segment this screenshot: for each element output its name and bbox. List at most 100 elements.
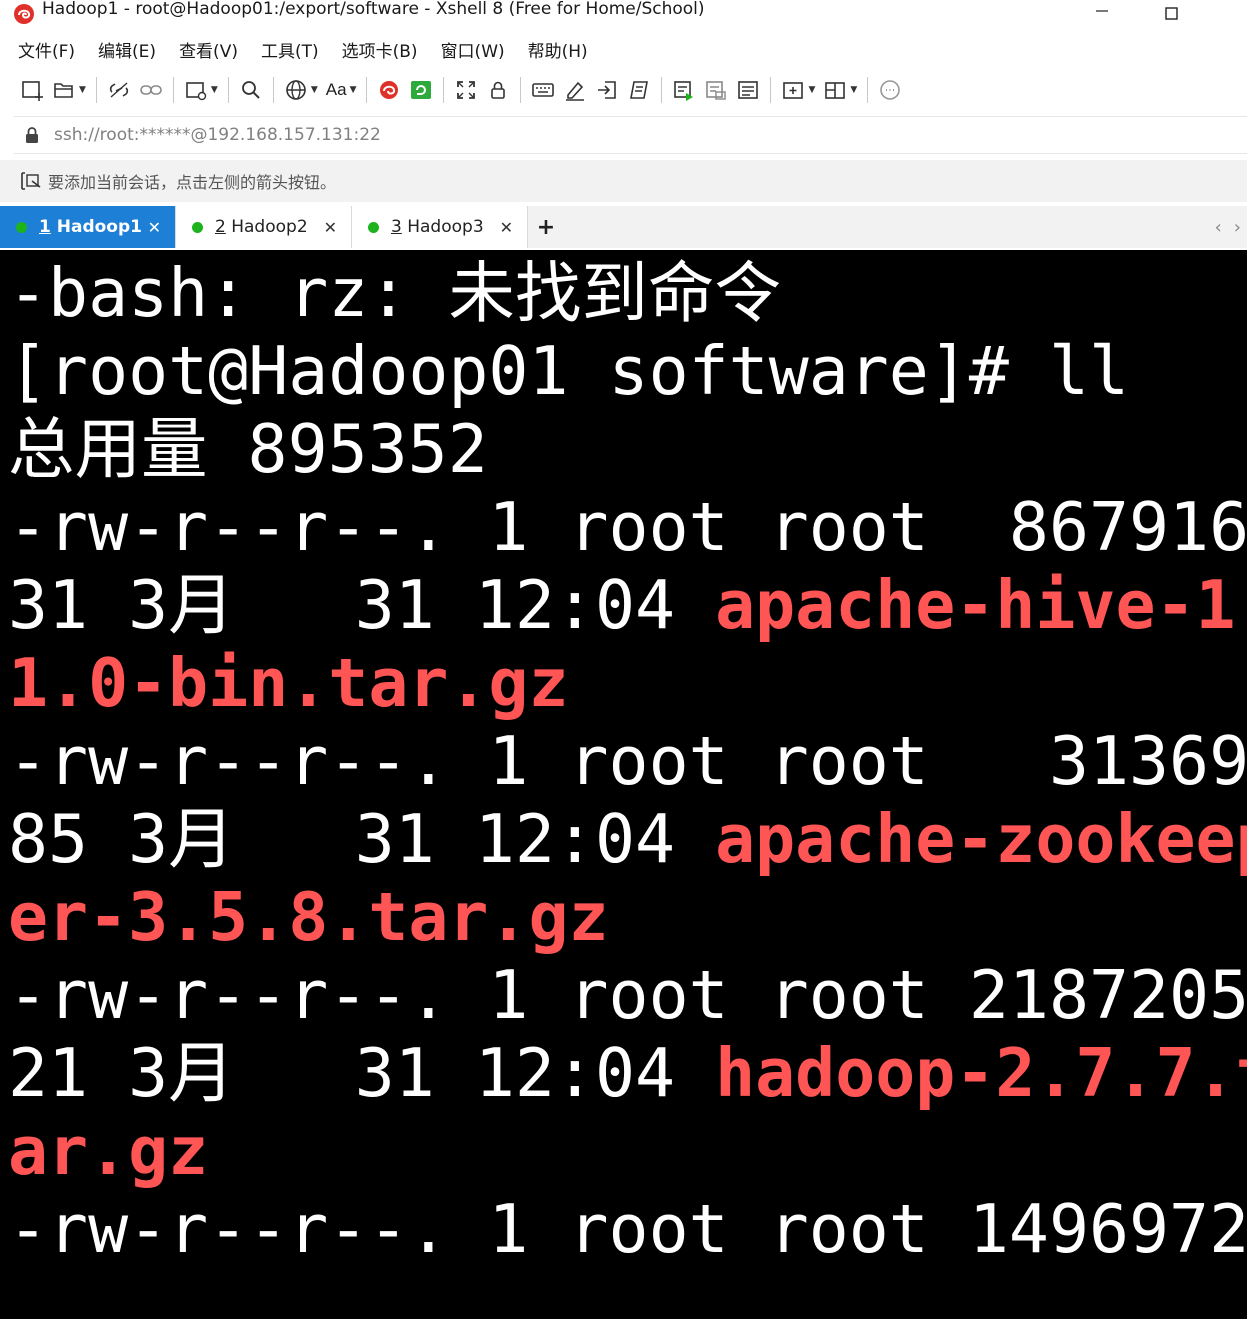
keyboard-button[interactable] xyxy=(527,75,559,105)
chevron-down-icon: ▼ xyxy=(79,85,86,95)
terminal-line: -rw-r--r--. 1 root root 31369 xyxy=(8,722,1247,800)
toolbar-divider xyxy=(227,77,229,103)
tab-hadoop3[interactable]: 3 Hadoop3 ✕ xyxy=(352,206,528,248)
xshell-icon xyxy=(380,81,399,99)
add-window-icon xyxy=(783,82,804,99)
tab-label: 2 Hadoop2 xyxy=(215,217,308,237)
terminal-line: 21 3月 31 12:04 hadoop-2.7.7.t xyxy=(8,1034,1247,1112)
maximize-button[interactable] xyxy=(1137,0,1207,28)
terminal-line: 总用量 895352 xyxy=(8,410,488,488)
lock-button[interactable] xyxy=(482,75,514,105)
terminal-line: -rw-r--r--. 1 root root 1496972 xyxy=(8,1190,1247,1268)
window-gear-icon xyxy=(186,82,207,101)
toolbar-divider xyxy=(867,77,869,103)
new-session-button[interactable] xyxy=(16,75,48,105)
layout-button[interactable]: ▼ xyxy=(819,75,861,105)
transfer-button[interactable] xyxy=(591,75,623,105)
terminal-output[interactable]: -bash: rz: 未找到命令 [root@Hadoop01 software… xyxy=(0,250,1247,1319)
find-button[interactable] xyxy=(235,75,267,105)
close-tab-icon[interactable]: ✕ xyxy=(500,218,513,237)
chevron-down-icon: ▼ xyxy=(808,85,816,95)
disconnect-button[interactable] xyxy=(103,75,135,105)
close-window-button[interactable] xyxy=(1207,0,1247,28)
link-icon xyxy=(140,85,162,95)
menu-help[interactable]: 帮助(H) xyxy=(524,37,592,62)
terminal-line: [root@Hadoop01 software]# ll xyxy=(8,332,1130,410)
connected-status-icon xyxy=(368,221,379,233)
minimize-button[interactable] xyxy=(1067,0,1137,28)
address-bar[interactable]: ssh://root:******@192.168.157.131:22 xyxy=(14,116,1247,154)
chevron-down-icon: ▼ xyxy=(850,85,858,95)
chevron-down-icon: ▼ xyxy=(349,85,357,95)
compose-window-button[interactable] xyxy=(700,75,732,105)
tab-hadoop2[interactable]: 2 Hadoop2 ✕ xyxy=(176,206,352,248)
add-session-icon[interactable] xyxy=(20,171,42,191)
chat-icon xyxy=(880,80,901,100)
terminal-line: -rw-r--r--. 1 root root 867916 xyxy=(8,488,1247,566)
font-label: Aa xyxy=(325,80,347,99)
menu-view[interactable]: 查看(V) xyxy=(175,37,242,62)
archive-filename: 1.0-bin.tar.gz xyxy=(8,644,569,722)
script-icon xyxy=(630,81,649,99)
chevron-down-icon: ▼ xyxy=(310,85,318,95)
session-hint-bar: 要添加当前会话，点击左侧的箭头按钮。 xyxy=(0,160,1247,202)
xshell-window: Hadoop1 - root@Hadoop01:/export/software… xyxy=(0,0,1247,1319)
maximize-icon xyxy=(1165,7,1178,20)
notes-button[interactable] xyxy=(732,75,764,105)
menu-tabs[interactable]: 选项卡(B) xyxy=(338,37,422,62)
script-button[interactable] xyxy=(623,75,655,105)
menu-window[interactable]: 窗口(W) xyxy=(437,37,509,62)
menu-edit[interactable]: 编辑(E) xyxy=(94,37,160,62)
toolbar-divider xyxy=(443,77,445,103)
new-session-icon xyxy=(22,81,43,101)
tab-prev-icon[interactable]: ‹ xyxy=(1215,217,1222,238)
toolbar-divider xyxy=(661,77,663,103)
open-session-button[interactable]: ▼ xyxy=(48,75,90,105)
tab-navigation: ‹ › xyxy=(1203,206,1241,248)
fullscreen-icon xyxy=(457,81,476,99)
xftp-button[interactable] xyxy=(405,75,437,105)
new-tab-group-button[interactable]: ▼ xyxy=(777,75,819,105)
terminal-line: -rw-r--r--. 1 root root 2187205 xyxy=(8,956,1247,1034)
toolbar-divider xyxy=(95,77,97,103)
fullscreen-button[interactable] xyxy=(450,75,482,105)
lock-icon xyxy=(491,81,506,99)
connected-status-icon xyxy=(192,221,203,233)
close-tab-icon[interactable]: ✕ xyxy=(324,218,337,237)
connected-status-icon xyxy=(16,221,27,233)
search-icon xyxy=(241,81,260,99)
close-tab-icon[interactable]: ✕ xyxy=(148,218,161,237)
pen-icon xyxy=(566,81,585,101)
encoding-button[interactable]: ▼ xyxy=(280,75,322,105)
menu-file[interactable]: 文件(F) xyxy=(14,37,79,62)
archive-filename: er-3.5.8.tar.gz xyxy=(8,878,609,956)
toolbar-divider xyxy=(770,77,772,103)
toolbar-divider xyxy=(272,77,274,103)
xshell-logo-icon xyxy=(12,2,36,26)
highlight-button[interactable] xyxy=(559,75,591,105)
font-button[interactable]: Aa ▼ xyxy=(322,75,361,105)
compose-window-icon xyxy=(706,81,727,100)
add-tab-button[interactable]: + xyxy=(528,206,564,248)
tab-hadoop1[interactable]: 1 Hadoop1 ✕ xyxy=(0,206,176,248)
file-meta: 21 3月 31 12:04 xyxy=(8,1034,716,1112)
folder-open-icon xyxy=(54,83,73,98)
xshell-button[interactable] xyxy=(373,75,405,105)
menu-tools[interactable]: 工具(T) xyxy=(257,37,323,62)
reconnect-button[interactable] xyxy=(135,75,167,105)
lock-icon xyxy=(26,127,38,143)
address-input[interactable]: ssh://root:******@192.168.157.131:22 xyxy=(54,125,381,145)
tab-next-icon[interactable]: › xyxy=(1234,217,1241,238)
compose-button[interactable] xyxy=(668,75,700,105)
chat-button[interactable] xyxy=(874,75,906,105)
login-arrow-icon xyxy=(598,81,617,99)
terminal-line: 31 3月 31 12:04 apache-hive-1. xyxy=(8,566,1247,644)
title-bar[interactable]: Hadoop1 - root@Hadoop01:/export/software… xyxy=(0,0,1247,28)
tab-label: 1 Hadoop1 xyxy=(39,217,142,237)
archive-filename: hadoop-2.7.7.t xyxy=(715,1034,1247,1112)
session-properties-button[interactable]: ▼ xyxy=(180,75,222,105)
archive-filename: ar.gz xyxy=(8,1112,209,1190)
notes-icon xyxy=(738,81,759,99)
archive-filename: apache-hive-1. xyxy=(715,566,1247,644)
globe-icon xyxy=(286,80,306,100)
